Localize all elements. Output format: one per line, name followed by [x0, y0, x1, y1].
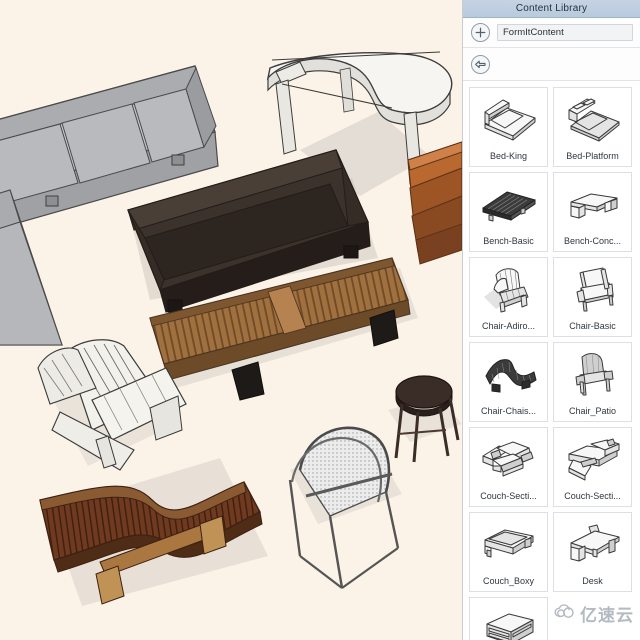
library-item-label: Bench-Conc... — [563, 236, 622, 246]
library-item[interactable]: Chair_Patio — [553, 342, 632, 422]
library-nav-row — [463, 48, 640, 81]
library-item[interactable]: Bench-Conc... — [553, 172, 632, 252]
library-selector-row: FormItContent — [463, 18, 640, 48]
library-item[interactable]: Chair-Basic — [553, 257, 632, 337]
library-item[interactable]: Couch-Secti... — [469, 427, 548, 507]
library-item-label: Couch_Boxy — [482, 576, 535, 586]
bed-platform-thumbnail — [554, 88, 631, 149]
chair-basic-thumbnail — [554, 258, 631, 319]
library-item[interactable]: Bed-Platform — [553, 87, 632, 167]
dresser-thumbnail — [470, 598, 547, 640]
couch-sectional-1-thumbnail — [470, 428, 547, 489]
chair-adirondack-thumbnail — [470, 258, 547, 319]
chair-patio-thumbnail — [554, 343, 631, 404]
library-item[interactable]: Chair-Chais... — [469, 342, 548, 422]
bench-basic-thumbnail — [470, 173, 547, 234]
library-item-label: Bed-Platform — [566, 151, 619, 161]
bench-concrete-thumbnail — [554, 173, 631, 234]
library-item-label: Bench-Basic — [483, 236, 534, 246]
library-item[interactable]: Bench-Basic — [469, 172, 548, 252]
library-item-label: Couch-Secti... — [564, 491, 621, 501]
application-window: Content Library FormItContent Bed-King B… — [0, 0, 640, 640]
plus-icon[interactable] — [471, 23, 490, 42]
library-item[interactable]: Couch-Secti... — [553, 427, 632, 507]
couch-boxy-thumbnail — [470, 513, 547, 574]
content-library-panel: Content Library FormItContent Bed-King B… — [462, 0, 640, 640]
library-item-label: Chair-Adiro... — [481, 321, 535, 331]
library-item[interactable] — [469, 597, 548, 640]
content-library-grid[interactable]: Bed-King Bed-Platform Bench-Basic Bench-… — [463, 81, 640, 640]
panel-title: Content Library — [463, 0, 640, 18]
library-item[interactable]: Bed-King — [469, 87, 548, 167]
library-select[interactable]: FormItContent — [497, 24, 633, 41]
library-item-label: Chair-Chais... — [480, 406, 536, 416]
library-item[interactable]: Desk — [553, 512, 632, 592]
library-item-label: Bed-King — [489, 151, 528, 161]
library-item-label: Chair_Patio — [568, 406, 617, 416]
back-arrow-icon[interactable] — [471, 54, 490, 74]
bed-king-thumbnail — [470, 88, 547, 149]
library-item[interactable]: Chair-Adiro... — [469, 257, 548, 337]
desk-thumbnail — [554, 513, 631, 574]
library-item-label: Couch-Secti... — [480, 491, 537, 501]
chair-chaise-thumbnail — [470, 343, 547, 404]
library-item-label: Chair-Basic — [569, 321, 616, 331]
3d-viewport[interactable] — [0, 0, 462, 640]
library-item-label: Desk — [582, 576, 603, 586]
library-item[interactable]: Couch_Boxy — [469, 512, 548, 592]
couch-sectional-2-thumbnail — [554, 428, 631, 489]
